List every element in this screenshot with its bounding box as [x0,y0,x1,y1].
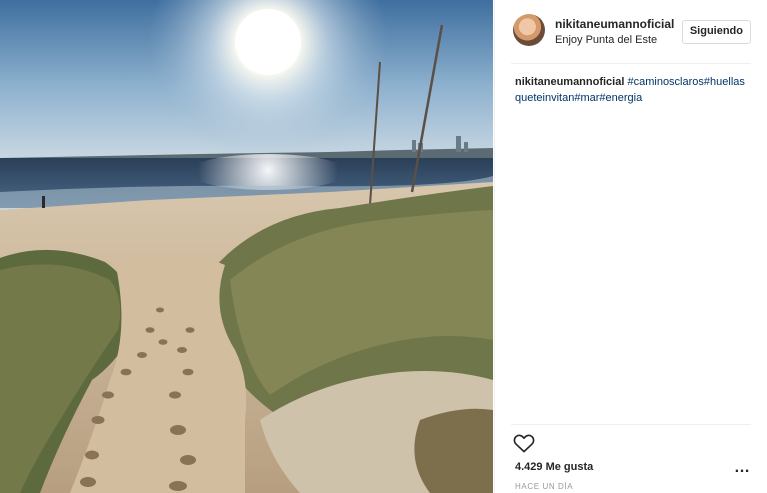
post-photo[interactable] [0,0,493,493]
avatar[interactable] [513,14,545,46]
heart-outline-icon[interactable] [513,433,535,453]
hashtag-link[interactable]: #mar [574,92,599,104]
actions-divider [511,424,751,425]
more-options-icon[interactable]: … [734,460,751,476]
post-details-panel: nikitaneumannoficial Enjoy Punta del Est… [494,0,767,493]
location-link[interactable]: Enjoy Punta del Este [555,34,657,46]
following-button[interactable]: Siguiendo [681,20,751,44]
hashtag-link[interactable]: #energia [599,92,642,104]
header-divider [511,63,751,64]
hashtag-link[interactable]: #caminosclaros [627,76,703,88]
beach-photo [0,0,493,493]
post-header: nikitaneumannoficial Enjoy Punta del Est… [513,12,751,52]
likes-count[interactable]: 4.429 Me gusta [515,461,593,473]
username-link[interactable]: nikitaneumannoficial [555,17,674,31]
caption-username[interactable]: nikitaneumannoficial [515,76,624,88]
post-timestamp: HACE UN DÍA [515,482,574,491]
post-caption: nikitaneumannoficial #caminosclaros#huel… [515,74,753,106]
